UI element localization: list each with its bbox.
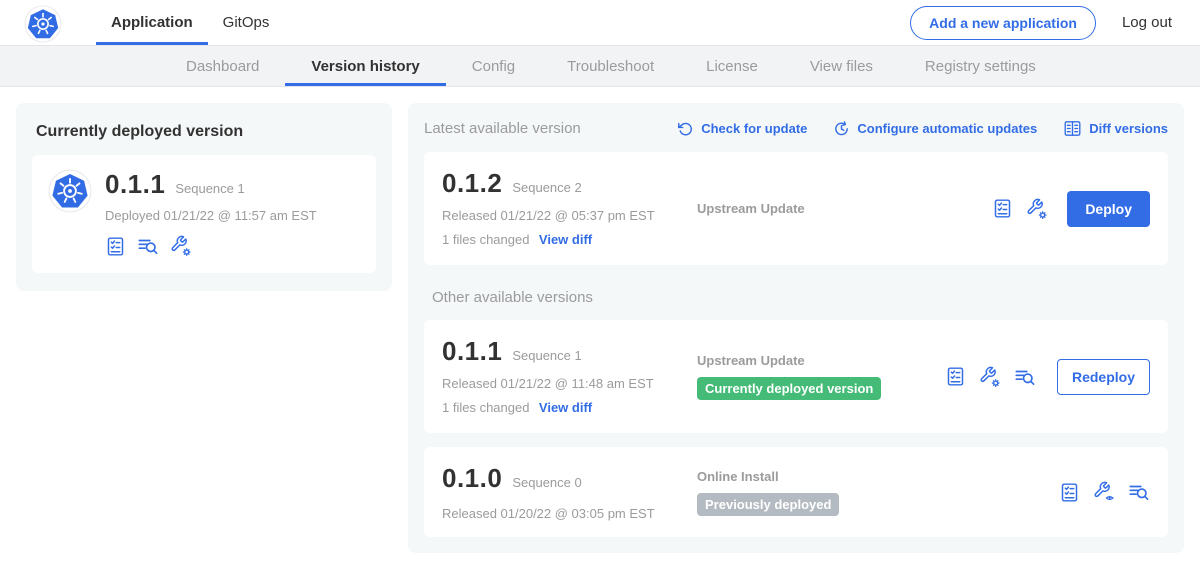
tab-dashboard[interactable]: Dashboard bbox=[160, 46, 285, 86]
currently-deployed-badge: Currently deployed version bbox=[697, 377, 881, 400]
files-changed-label: 1 files changed bbox=[442, 232, 529, 247]
version-source-label: Upstream Update bbox=[697, 353, 945, 368]
sequence-label: Sequence 1 bbox=[512, 348, 581, 363]
edit-config-icon[interactable] bbox=[170, 235, 192, 257]
view-logs-icon[interactable] bbox=[137, 235, 159, 257]
tab-application-label: Application bbox=[111, 14, 193, 31]
other-versions-header: Other available versions bbox=[432, 289, 1168, 306]
release-notes-icon[interactable] bbox=[992, 198, 1013, 219]
latest-version-header: Latest available version bbox=[424, 120, 581, 137]
version-number: 0.1.0 bbox=[442, 463, 502, 494]
view-diff-link[interactable]: View diff bbox=[539, 232, 592, 247]
tab-registry-settings[interactable]: Registry settings bbox=[899, 46, 1062, 86]
tab-gitops[interactable]: GitOps bbox=[208, 0, 285, 45]
kubernetes-app-icon bbox=[48, 169, 92, 257]
configure-automatic-updates-label: Configure automatic updates bbox=[857, 121, 1037, 136]
diff-versions-label: Diff versions bbox=[1089, 121, 1168, 136]
currently-deployed-panel: Currently deployed version 0.1.1 Sequenc… bbox=[16, 103, 392, 291]
view-diff-link[interactable]: View diff bbox=[539, 400, 592, 415]
version-source-label: Upstream Update bbox=[697, 201, 805, 216]
tab-license[interactable]: License bbox=[680, 46, 784, 86]
sequence-label: Sequence 2 bbox=[512, 180, 581, 195]
version-source-label: Online Install bbox=[697, 469, 1059, 484]
tab-version-history[interactable]: Version history bbox=[285, 46, 445, 86]
edit-config-icon[interactable] bbox=[1026, 198, 1048, 220]
tab-config[interactable]: Config bbox=[446, 46, 541, 86]
deployed-timestamp: Deployed 01/21/22 @ 11:57 am EST bbox=[105, 208, 317, 223]
tab-view-files[interactable]: View files bbox=[784, 46, 899, 86]
deployed-version-card: 0.1.1 Sequence 1 Deployed 01/21/22 @ 11:… bbox=[32, 155, 376, 273]
files-changed-label: 1 files changed bbox=[442, 400, 529, 415]
previously-deployed-badge: Previously deployed bbox=[697, 493, 839, 516]
schedule-update-icon bbox=[833, 120, 850, 137]
released-timestamp: Released 01/20/22 @ 03:05 pm EST bbox=[442, 506, 697, 521]
edit-config-icon[interactable] bbox=[979, 366, 1001, 388]
app-subnav: Dashboard Version history Config Trouble… bbox=[0, 45, 1200, 87]
release-notes-icon[interactable] bbox=[1059, 482, 1080, 503]
released-timestamp: Released 01/21/22 @ 05:37 pm EST bbox=[442, 208, 697, 223]
version-history-panel: Latest available version Check for updat… bbox=[408, 103, 1184, 553]
release-notes-icon[interactable] bbox=[105, 236, 126, 257]
app-header: Application GitOps Add a new application… bbox=[0, 0, 1200, 45]
version-row-0-1-0: 0.1.0 Sequence 0 Released 01/20/22 @ 03:… bbox=[424, 447, 1168, 537]
tab-gitops-label: GitOps bbox=[223, 14, 270, 31]
deployed-panel-title: Currently deployed version bbox=[36, 123, 376, 141]
version-number: 0.1.1 bbox=[442, 336, 502, 367]
add-application-button[interactable]: Add a new application bbox=[910, 6, 1096, 40]
view-logs-icon[interactable] bbox=[1014, 366, 1036, 388]
release-notes-icon[interactable] bbox=[945, 366, 966, 387]
diff-versions-link[interactable]: Diff versions bbox=[1063, 119, 1168, 138]
released-timestamp: Released 01/21/22 @ 11:48 am EST bbox=[442, 376, 697, 391]
tab-troubleshoot[interactable]: Troubleshoot bbox=[541, 46, 680, 86]
check-for-update-link[interactable]: Check for update bbox=[677, 120, 807, 137]
diff-versions-icon bbox=[1063, 119, 1082, 138]
deploy-button[interactable]: Deploy bbox=[1067, 191, 1150, 227]
main-content: Currently deployed version 0.1.1 Sequenc… bbox=[0, 87, 1200, 564]
sequence-label: Sequence 0 bbox=[512, 475, 581, 490]
kubernetes-logo-icon bbox=[24, 5, 62, 43]
view-config-icon[interactable] bbox=[1093, 481, 1115, 503]
logout-button[interactable]: Log out bbox=[1122, 14, 1172, 31]
version-row-0-1-2: 0.1.2 Sequence 2 Released 01/21/22 @ 05:… bbox=[424, 152, 1168, 265]
deployed-sequence-label: Sequence 1 bbox=[175, 181, 244, 196]
tab-application[interactable]: Application bbox=[96, 0, 208, 45]
version-row-0-1-1: 0.1.1 Sequence 1 Released 01/21/22 @ 11:… bbox=[424, 320, 1168, 433]
configure-automatic-updates-link[interactable]: Configure automatic updates bbox=[833, 120, 1037, 137]
version-number: 0.1.2 bbox=[442, 168, 502, 199]
view-logs-icon[interactable] bbox=[1128, 481, 1150, 503]
redeploy-button[interactable]: Redeploy bbox=[1057, 359, 1150, 395]
refresh-icon bbox=[677, 120, 694, 137]
header-tabs: Application GitOps bbox=[96, 0, 284, 45]
deployed-version-number: 0.1.1 bbox=[105, 169, 165, 200]
check-for-update-label: Check for update bbox=[701, 121, 807, 136]
